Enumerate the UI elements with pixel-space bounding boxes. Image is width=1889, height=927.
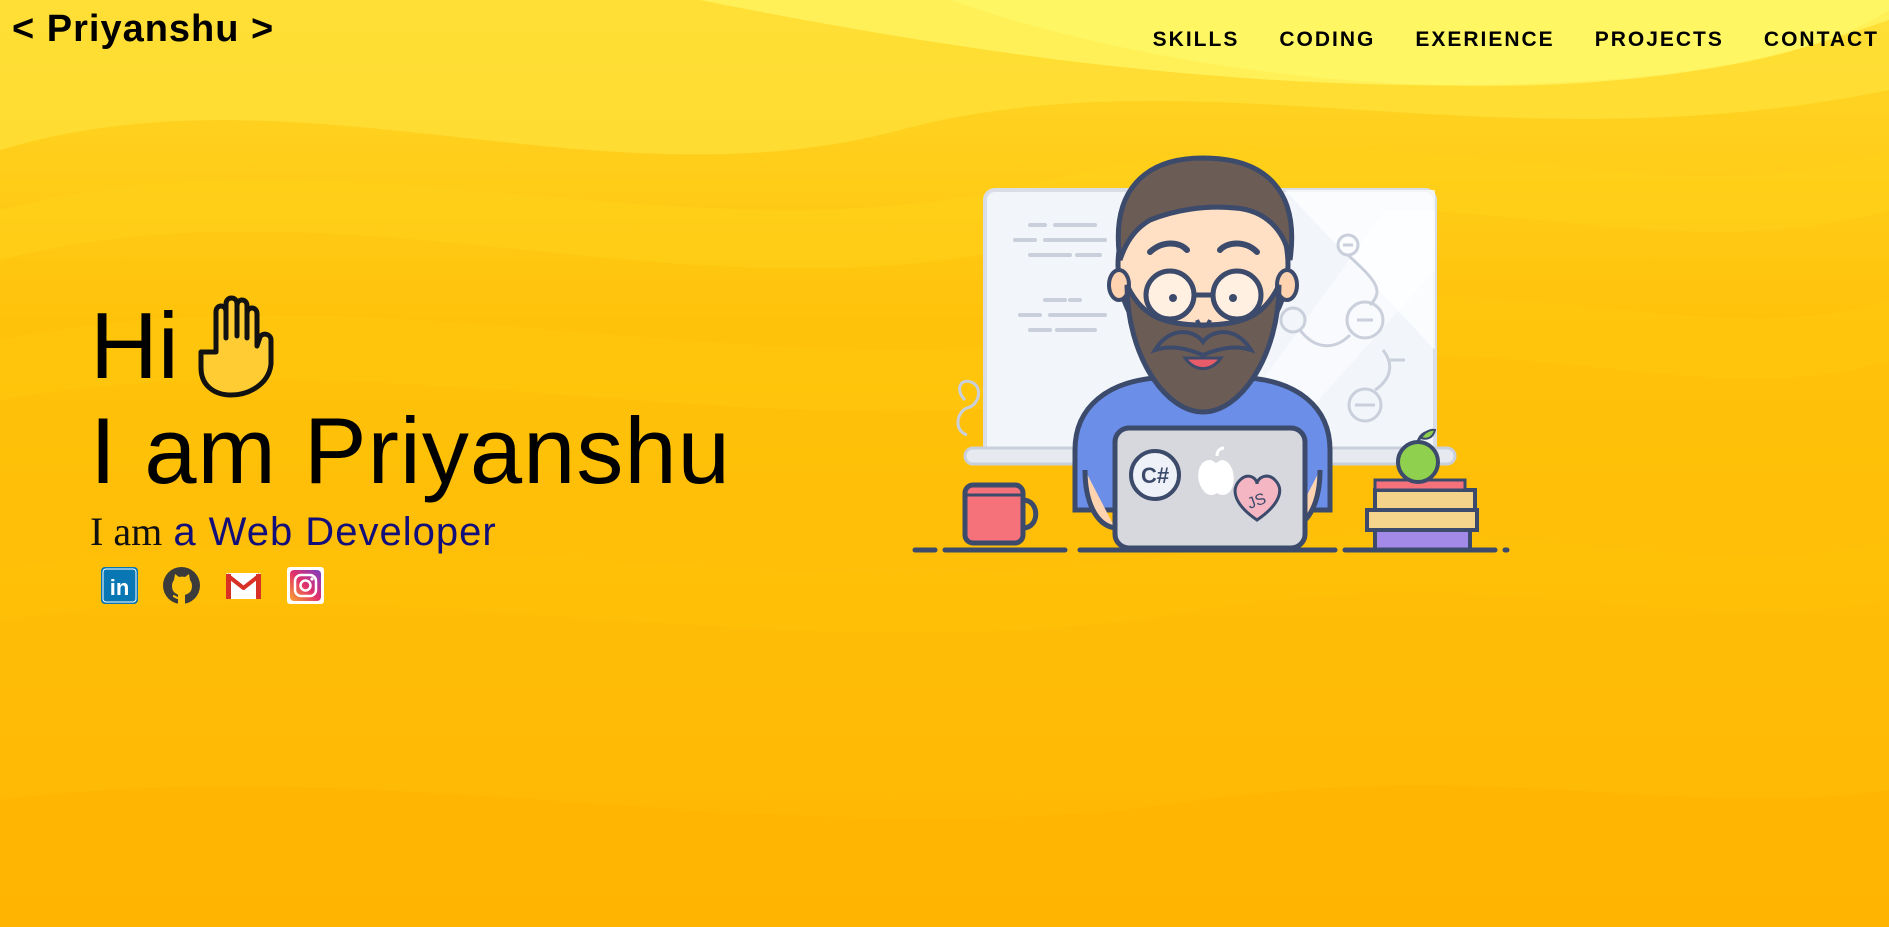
nav-link-skills[interactable]: SKILLS <box>1153 28 1240 52</box>
github-icon[interactable] <box>162 566 201 605</box>
raised-hand-icon <box>198 295 274 398</box>
role-text: a Web Developer <box>173 510 497 554</box>
gmail-icon[interactable] <box>224 566 263 605</box>
main-nav: SKILLS CODING EXERIENCE PROJECTS CONTACT <box>1153 28 1879 52</box>
greeting-line: Hi <box>90 290 731 402</box>
social-links: in <box>100 566 731 605</box>
hero-section: Hi I am Priyanshu I am a Web Developer i… <box>90 290 731 605</box>
developer-illustration: C# JS <box>912 155 1510 553</box>
greeting-text: Hi <box>90 293 179 398</box>
page: < Priyanshu > SKILLS CODING EXERIENCE PR… <box>0 0 1889 927</box>
linkedin-icon[interactable]: in <box>100 566 139 605</box>
nav-link-contact[interactable]: CONTACT <box>1764 28 1879 52</box>
svg-text:C#: C# <box>1141 463 1169 488</box>
nav-link-projects[interactable]: PROJECTS <box>1595 28 1724 52</box>
nav-link-coding[interactable]: CODING <box>1279 28 1375 52</box>
role-line: I am a Web Developer <box>90 509 731 554</box>
intro-name: I am Priyanshu <box>90 398 731 503</box>
laptop: C# JS <box>1112 425 1308 551</box>
logo[interactable]: < Priyanshu > <box>12 8 274 51</box>
instagram-icon[interactable] <box>286 566 325 605</box>
nav-link-experience[interactable]: EXERIENCE <box>1415 28 1554 52</box>
svg-text:in: in <box>110 575 130 600</box>
role-prefix: I am <box>90 509 163 554</box>
